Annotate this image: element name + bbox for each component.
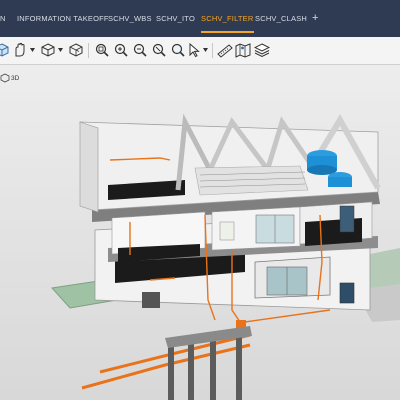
side-wall xyxy=(79,121,99,213)
opening xyxy=(142,292,160,308)
door xyxy=(339,205,355,233)
cabinet xyxy=(219,221,235,241)
drain-pipes xyxy=(81,333,251,390)
door xyxy=(339,282,355,304)
building-model[interactable] xyxy=(0,0,400,400)
